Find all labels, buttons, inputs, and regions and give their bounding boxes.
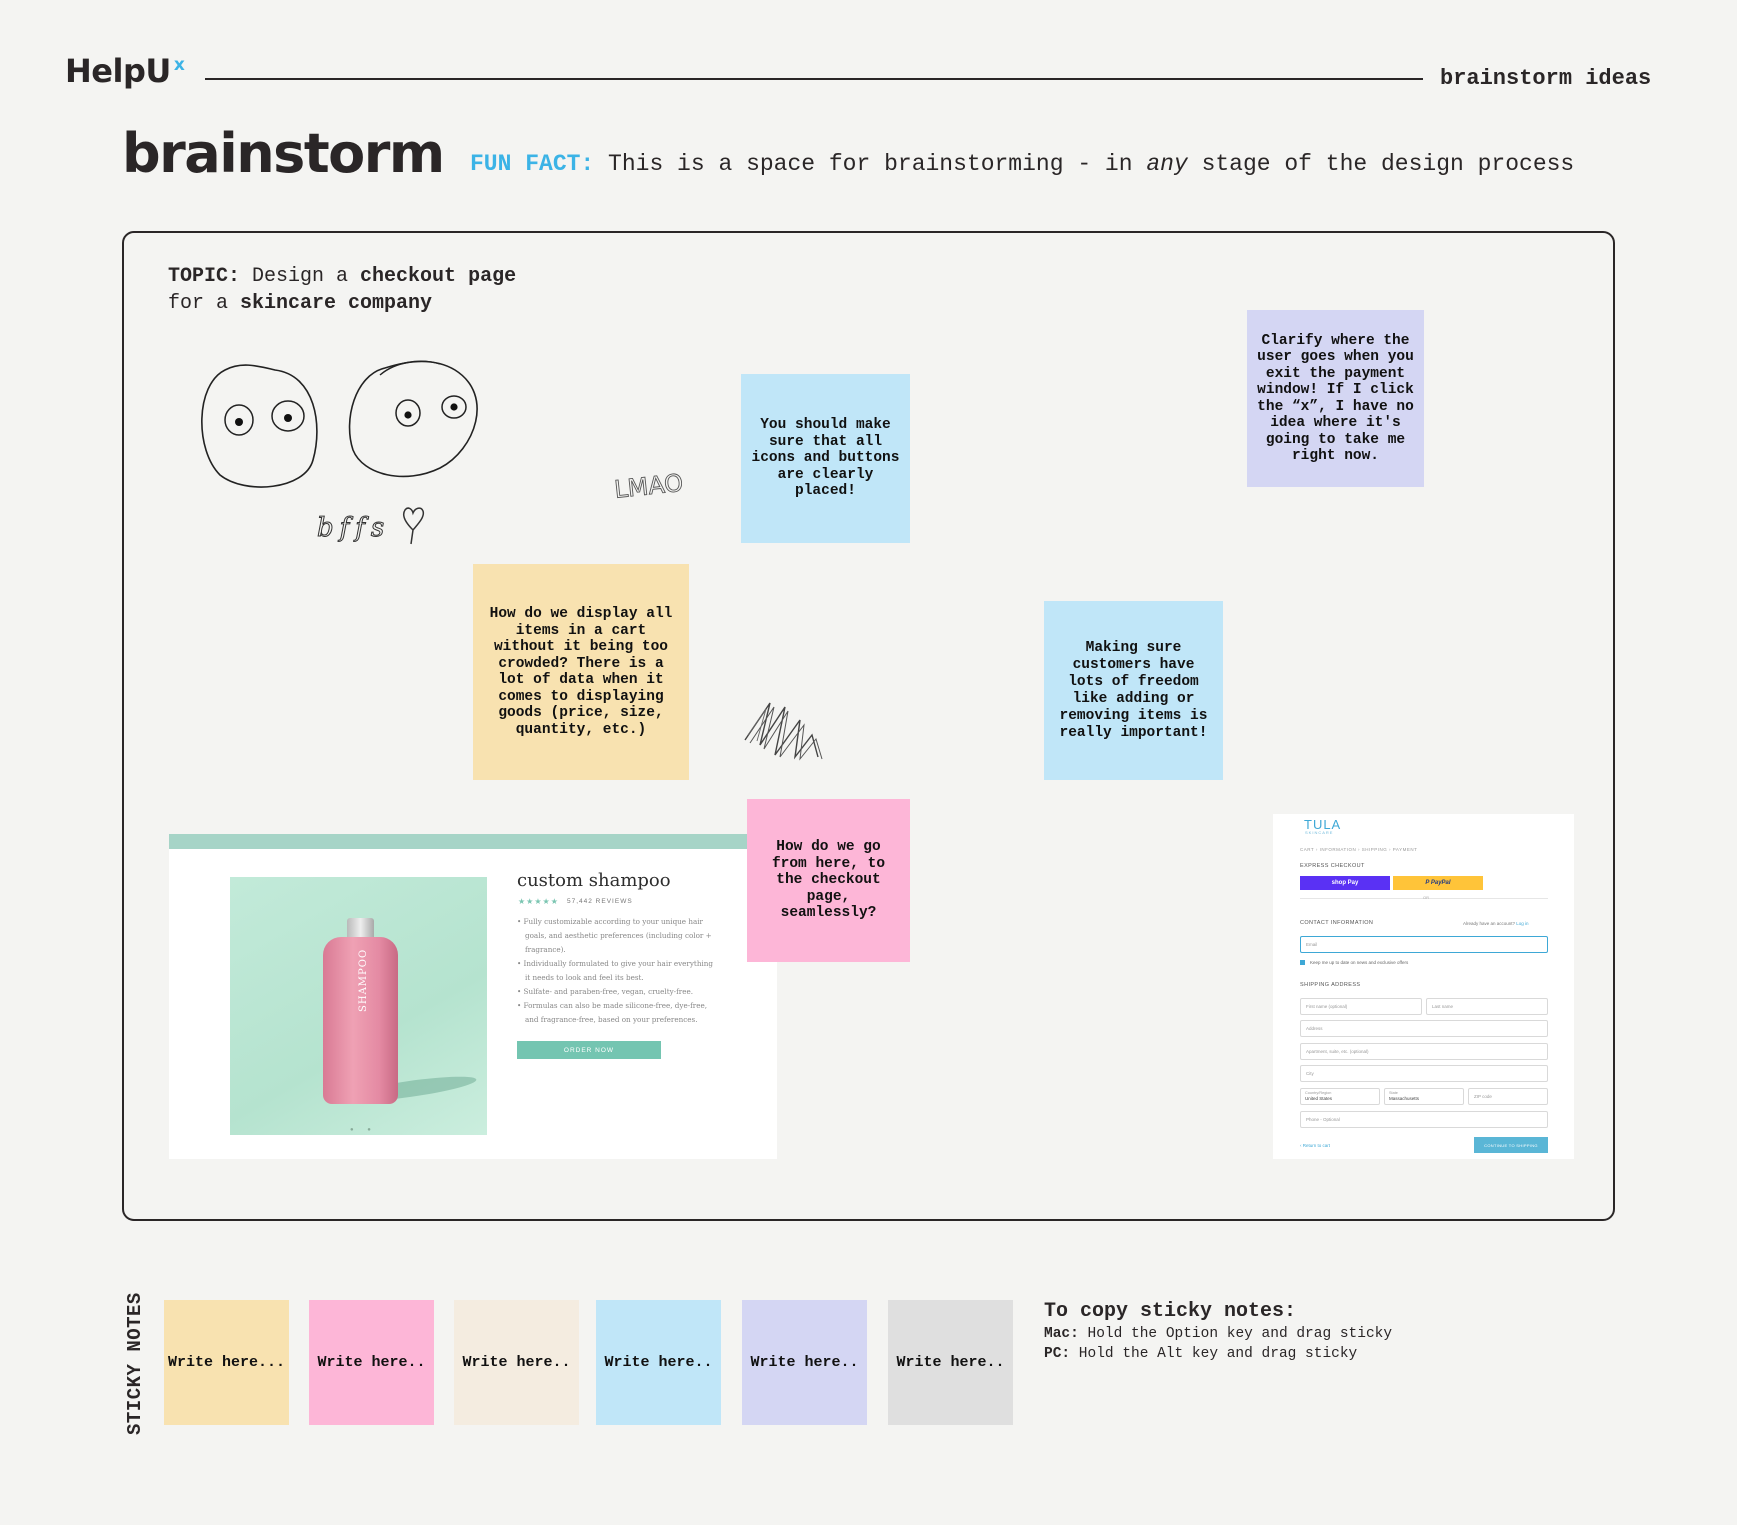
carousel-dots: ● ● [350, 1127, 377, 1133]
topic-bold-1: checkout page [360, 265, 517, 288]
header-divider [205, 78, 1423, 80]
sticky-template-pink[interactable]: Write here.. [309, 1300, 434, 1425]
fun-fact: FUN FACT: This is a space for brainstorm… [470, 151, 1574, 177]
topic-bold-2: skincare company [240, 292, 433, 315]
sticky-note-checkout-flow[interactable]: How do we go from here, to the checkout … [747, 799, 910, 962]
last-name-field[interactable]: Last name [1426, 998, 1548, 1015]
login-prompt: Already have an account? Log in [1463, 921, 1529, 926]
face-doodles-drawing[interactable] [195, 350, 505, 500]
logo-superscript: x [173, 55, 185, 75]
lmao-text: LMAO [613, 469, 682, 504]
topic-text-2: for a [168, 292, 241, 315]
bffs-heart-doodle[interactable]: bffs [315, 500, 425, 550]
mac-text: Hold the Option key and drag sticky [1078, 1326, 1393, 1342]
email-field[interactable]: Email [1300, 936, 1548, 953]
page-title: brainstorm [122, 122, 445, 185]
shampoo-header-bar [169, 834, 777, 849]
address-field[interactable]: Address [1300, 1020, 1548, 1037]
feature-item: Sulfate- and paraben-free, vegan, cruelt… [517, 985, 717, 999]
country-value: United States [1305, 1096, 1333, 1101]
country-label: Country/Region [1305, 1091, 1332, 1095]
tula-logo-subtitle: SKINCARE [1305, 830, 1334, 835]
zip-field[interactable]: ZIP code [1468, 1088, 1548, 1105]
city-field[interactable]: City [1300, 1065, 1548, 1082]
state-select[interactable]: State Massachusetts [1384, 1088, 1464, 1105]
topic-label: TOPIC: [168, 265, 241, 288]
copy-instructions-mac: Mac: Hold the Option key and drag sticky [1044, 1326, 1392, 1342]
topic-text-1: Design a [240, 265, 361, 288]
newsletter-checkbox[interactable]: Keep me up to date on news and exclusive… [1300, 960, 1408, 965]
continue-to-shipping-button[interactable]: CONTINUE TO SHIPPING [1474, 1137, 1548, 1153]
sticky-note-cart-display[interactable]: How do we display all items in a cart wi… [473, 564, 689, 780]
country-select[interactable]: Country/Region United States [1300, 1088, 1380, 1105]
sticky-template-purple[interactable]: Write here.. [742, 1300, 867, 1425]
board-topic: TOPIC: Design a checkout page for a skin… [168, 263, 516, 317]
header-section-label: brainstorm ideas [1440, 66, 1652, 91]
right-face-outline [348, 360, 478, 478]
sticky-notes-label: STICKY NOTES [124, 1292, 146, 1435]
sticky-note-payment-exit[interactable]: Clarify where the user goes when you exi… [1247, 310, 1424, 487]
feature-item: Formulas can also be made silicone-free,… [517, 999, 717, 1027]
express-checkout-heading: EXPRESS CHECKOUT [1300, 863, 1365, 869]
topic-line-1: TOPIC: Design a checkout page [168, 263, 516, 290]
apartment-field[interactable]: Apartment, suite, etc. (optional) [1300, 1043, 1548, 1060]
feature-item: Individually formulated to give your hai… [517, 957, 717, 985]
sticky-note-customer-freedom[interactable]: Making sure customers have lots of freed… [1044, 601, 1223, 780]
order-now-button[interactable]: ORDER NOW [517, 1041, 661, 1059]
shipping-address-heading: SHIPPING ADDRESS [1300, 982, 1361, 988]
tula-checkout-screenshot[interactable]: TULA SKINCARE CART › INFORMATION › SHIPP… [1273, 814, 1574, 1159]
shampoo-product-image: SHAMPOO ● ● [230, 877, 487, 1135]
shop-pay-button[interactable]: shop Pay [1300, 876, 1390, 890]
topic-line-2: for a skincare company [168, 290, 516, 317]
logo-text: HelpU [65, 52, 171, 90]
state-label: State [1389, 1091, 1398, 1095]
bottle-label: SHAMPOO [358, 948, 369, 1012]
heart-doodle [402, 507, 425, 545]
pc-text: Hold the Alt key and drag sticky [1070, 1346, 1358, 1362]
scribble-doodle[interactable] [740, 695, 830, 765]
product-title: custom shampoo [517, 870, 671, 891]
copy-instructions-pc: PC: Hold the Alt key and drag sticky [1044, 1346, 1357, 1362]
login-link[interactable]: Log in [1516, 921, 1528, 926]
first-name-field[interactable]: First name (optional) [1300, 998, 1422, 1015]
phone-field[interactable]: Phone - Optional [1300, 1111, 1548, 1128]
product-features-list: Fully customizable according to your uni… [517, 915, 717, 1027]
return-to-cart-link[interactable]: ‹ Return to cart [1300, 1143, 1330, 1148]
checkout-breadcrumb: CART › INFORMATION › SHIPPING › PAYMENT [1300, 847, 1418, 852]
lmao-doodle[interactable]: LMAO [612, 465, 682, 505]
sticky-note-icons-placement[interactable]: You should make sure that all icons and … [741, 374, 910, 543]
sticky-template-gray[interactable]: Write here.. [888, 1300, 1013, 1425]
feature-item: Fully customizable according to your uni… [517, 915, 717, 957]
paypal-button[interactable]: P PayPal [1393, 876, 1483, 890]
fun-fact-text-after: stage of the design process [1187, 151, 1575, 177]
helpux-logo: HelpU x [65, 52, 185, 90]
pc-label: PC: [1044, 1346, 1071, 1362]
mac-label: Mac: [1044, 1326, 1079, 1342]
copy-instructions-title: To copy sticky notes: [1044, 1300, 1297, 1323]
sticky-template-cream[interactable]: Write here.. [454, 1300, 579, 1425]
state-value: Massachusetts [1389, 1096, 1420, 1101]
fun-fact-emphasis: any [1146, 151, 1188, 177]
contact-information-heading: CONTACT INFORMATION [1300, 920, 1374, 926]
sticky-template-blue[interactable]: Write here.. [596, 1300, 721, 1425]
fun-fact-text-before: This is a space for brainstorming - in [608, 151, 1147, 177]
review-count: 57,442 REVIEWS [567, 898, 633, 905]
bffs-text: bffs [317, 513, 390, 543]
or-text: OR [1423, 895, 1429, 900]
login-prompt-text: Already have an account? [1463, 921, 1517, 926]
fun-fact-label: FUN FACT: [470, 151, 595, 177]
shampoo-product-screenshot[interactable]: SHAMPOO ● ● custom shampoo ★★★★★ 57,442 … [169, 834, 777, 1159]
sticky-template-yellow[interactable]: Write here... [164, 1300, 289, 1425]
rating-stars-icon: ★★★★★ [518, 897, 559, 906]
